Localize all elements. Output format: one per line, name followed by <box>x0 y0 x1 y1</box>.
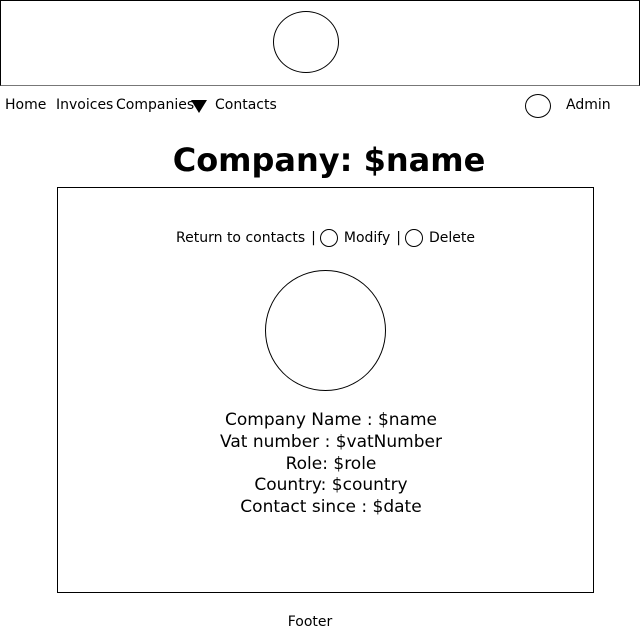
vat-number-field: Vat number : $vatNumber <box>220 431 442 452</box>
header-banner <box>0 0 640 86</box>
contact-since-field: Contact since : $date <box>240 497 422 518</box>
company-name-field: Company Name : $name <box>225 410 437 430</box>
delete-link[interactable]: Delete <box>429 229 475 247</box>
logo-icon <box>273 11 339 73</box>
delete-icon[interactable] <box>404 229 423 247</box>
company-logo-icon <box>265 270 386 391</box>
companies-dropdown-icon[interactable] <box>191 100 207 113</box>
page-title: Company: $name <box>172 141 486 179</box>
footer: Footer <box>287 614 333 630</box>
nav-contacts-link[interactable]: Contacts <box>215 96 277 114</box>
modify-icon[interactable] <box>319 229 338 247</box>
role-field: Role: $role <box>285 453 377 474</box>
action-bar: Return to contacts | Modify | Delete <box>58 229 593 247</box>
company-detail-card: Return to contacts | Modify | Delete Com… <box>57 187 594 593</box>
nav-home-link[interactable]: Home <box>5 96 46 114</box>
nav-companies-link[interactable]: Companies <box>116 96 194 114</box>
return-to-contacts-link[interactable]: Return to contacts <box>176 229 305 247</box>
nav-invoices-link[interactable]: Invoices <box>56 96 113 114</box>
action-separator: | <box>396 230 401 246</box>
action-separator: | <box>311 230 316 246</box>
country-field: Country: $country <box>254 475 408 496</box>
modify-link[interactable]: Modify <box>344 229 390 247</box>
company-details: Company Name : $name Vat number : $vatNu… <box>58 410 604 519</box>
user-avatar-icon[interactable] <box>525 94 551 118</box>
nav-admin-link[interactable]: Admin <box>566 96 611 114</box>
